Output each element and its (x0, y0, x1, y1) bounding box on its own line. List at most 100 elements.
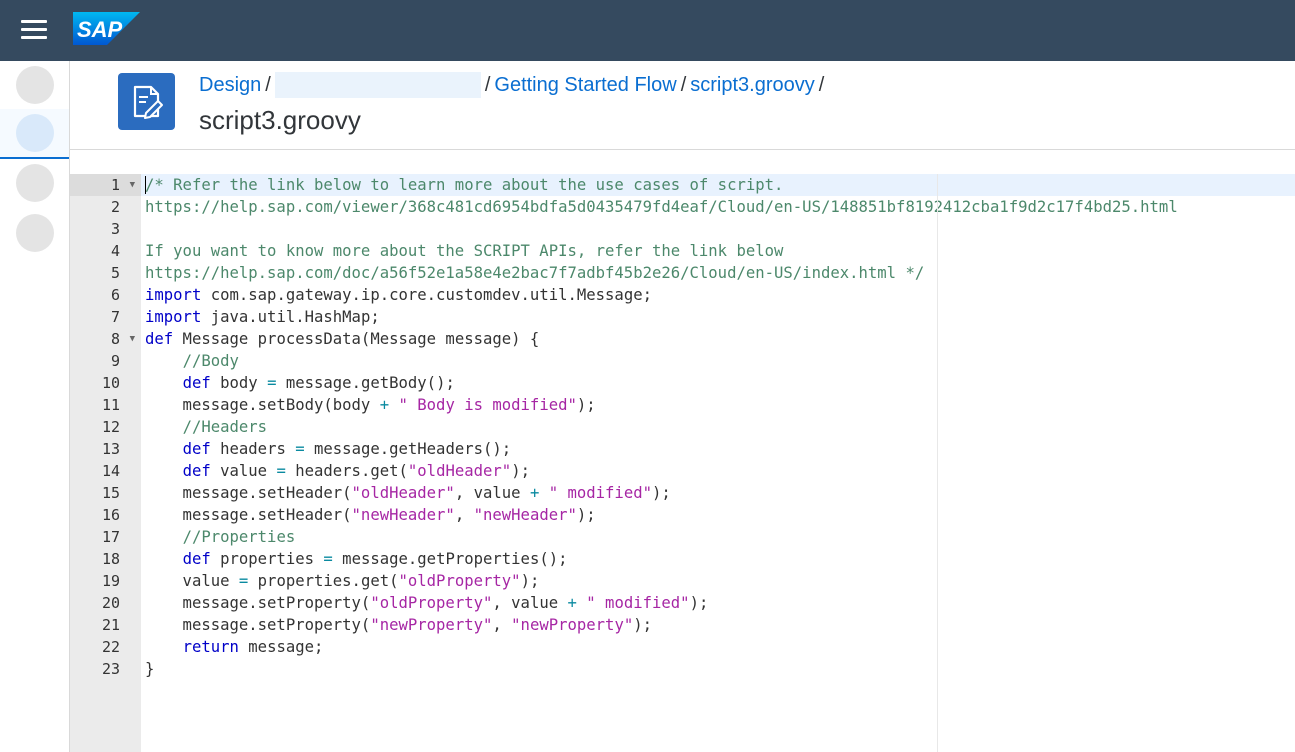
breadcrumb-package[interactable] (274, 72, 481, 98)
breadcrumb-separator: / (265, 74, 271, 96)
breadcrumb-separator: / (818, 74, 825, 96)
breadcrumb-file[interactable]: script3.groovy (690, 74, 815, 96)
side-nav-item-1[interactable] (0, 61, 69, 109)
side-nav-item-3[interactable] (0, 159, 69, 207)
code-token-comment: https://help.sap.com/viewer/368c481cd695… (145, 198, 1178, 216)
breadcrumb-flow[interactable]: Getting Started Flow (494, 74, 676, 96)
code-line[interactable]: def body = message.getBody(); (141, 372, 1295, 394)
code-token-plain: message.setProperty( (145, 616, 371, 634)
code-line[interactable]: def headers = message.getHeaders(); (141, 438, 1295, 460)
code-line[interactable]: } (141, 658, 1295, 680)
code-line[interactable]: import com.sap.gateway.ip.core.customdev… (141, 284, 1295, 306)
line-number[interactable]: 9 (70, 350, 141, 372)
line-number[interactable]: 8 ▼ (70, 328, 141, 350)
fold-toggle-icon[interactable]: ▼ (130, 174, 135, 196)
code-line[interactable]: return message; (141, 636, 1295, 658)
line-number[interactable]: 18 (70, 548, 141, 570)
code-line[interactable]: message.setHeader("oldHeader", value + "… (141, 482, 1295, 504)
code-token-op: + (567, 594, 577, 612)
line-number-text: 20 (101, 594, 120, 612)
line-number[interactable]: 19 (70, 570, 141, 592)
code-token-plain: ); (520, 572, 540, 590)
line-number-text: 16 (101, 506, 120, 524)
line-number[interactable]: 22 (70, 636, 141, 658)
line-number[interactable]: 5 (70, 262, 141, 284)
line-number[interactable]: 3 (70, 218, 141, 240)
line-number[interactable]: 10 (70, 372, 141, 394)
code-token-keyword: def (182, 462, 211, 480)
side-navigation (0, 61, 70, 752)
code-line[interactable]: def Message processData(Message message)… (141, 328, 1295, 350)
menu-icon[interactable] (21, 18, 47, 40)
line-number-text: 7 (110, 308, 120, 326)
code-line[interactable]: https://help.sap.com/viewer/368c481cd695… (141, 196, 1295, 218)
nav-item-icon (16, 114, 54, 152)
code-line[interactable]: //Properties (141, 526, 1295, 548)
line-number[interactable]: 1 ▼ (70, 174, 141, 196)
code-token-plain: message.setBody(body (145, 396, 380, 414)
line-number[interactable]: 15 (70, 482, 141, 504)
breadcrumb-design[interactable]: Design (199, 74, 261, 96)
code-line[interactable]: //Body (141, 350, 1295, 372)
code-token-plain: Message processData(Message message) { (173, 330, 540, 348)
line-number[interactable]: 6 (70, 284, 141, 306)
code-token-comment: https://help.sap.com/doc/a56f52e1a58e4e2… (145, 264, 925, 282)
code-token-string: " modified" (586, 594, 690, 612)
script-edit-icon (118, 73, 175, 130)
code-token-plain: ); (652, 484, 671, 502)
line-number[interactable]: 20 (70, 592, 141, 614)
code-token-string: "oldProperty" (398, 572, 521, 590)
line-number-text: 6 (110, 286, 120, 304)
code-token-plain: , (454, 506, 474, 524)
line-number[interactable]: 7 (70, 306, 141, 328)
line-number[interactable]: 13 (70, 438, 141, 460)
fold-toggle-icon[interactable]: ▼ (130, 328, 135, 350)
code-line[interactable]: message.setProperty("newProperty", "newP… (141, 614, 1295, 636)
line-number[interactable]: 17 (70, 526, 141, 548)
code-line[interactable]: import java.util.HashMap; (141, 306, 1295, 328)
code-token-op: = (323, 550, 333, 568)
code-token-plain: } (145, 660, 155, 678)
line-number-text: 17 (101, 528, 120, 546)
code-token-string: "newProperty" (370, 616, 493, 634)
code-line[interactable]: /* Refer the link below to learn more ab… (141, 174, 1295, 196)
code-line[interactable] (141, 218, 1295, 240)
line-number[interactable]: 4 (70, 240, 141, 262)
line-number[interactable]: 2 (70, 196, 141, 218)
code-editor[interactable]: /* Refer the link below to learn more ab… (141, 174, 1295, 752)
line-number-text: 21 (101, 616, 120, 634)
sap-logo-text: SAP (77, 17, 123, 42)
code-line[interactable]: def value = headers.get("oldHeader"); (141, 460, 1295, 482)
code-line[interactable]: If you want to know more about the SCRIP… (141, 240, 1295, 262)
code-line[interactable]: message.setProperty("oldProperty", value… (141, 592, 1295, 614)
side-nav-item-2[interactable] (0, 109, 69, 159)
code-token-plain: message.getHeaders(); (304, 440, 512, 458)
page-title: script3.groovy (199, 105, 361, 135)
line-number[interactable]: 14 (70, 460, 141, 482)
sap-logo[interactable]: SAP (73, 12, 140, 45)
line-number-text: 3 (110, 220, 120, 238)
code-line[interactable]: value = properties.get("oldProperty"); (141, 570, 1295, 592)
line-number[interactable]: 11 (70, 394, 141, 416)
code-line[interactable]: //Headers (141, 416, 1295, 438)
side-nav-item-4[interactable] (0, 209, 69, 257)
code-line[interactable]: https://help.sap.com/doc/a56f52e1a58e4e2… (141, 262, 1295, 284)
line-number-text: 10 (101, 374, 120, 392)
line-number[interactable]: 16 (70, 504, 141, 526)
line-number[interactable]: 23 (70, 658, 141, 680)
code-token-keyword: def (182, 440, 211, 458)
code-token-plain: message.getBody(); (276, 374, 455, 392)
code-token-string: " modified" (548, 484, 652, 502)
line-number[interactable]: 21 (70, 614, 141, 636)
code-line[interactable]: message.setBody(body + " Body is modifie… (141, 394, 1295, 416)
line-number-text: 15 (101, 484, 120, 502)
code-line[interactable]: def properties = message.getProperties()… (141, 548, 1295, 570)
code-line[interactable]: message.setHeader("newHeader", "newHeade… (141, 504, 1295, 526)
code-token-keyword: import (145, 308, 202, 326)
line-number[interactable]: 12 (70, 416, 141, 438)
